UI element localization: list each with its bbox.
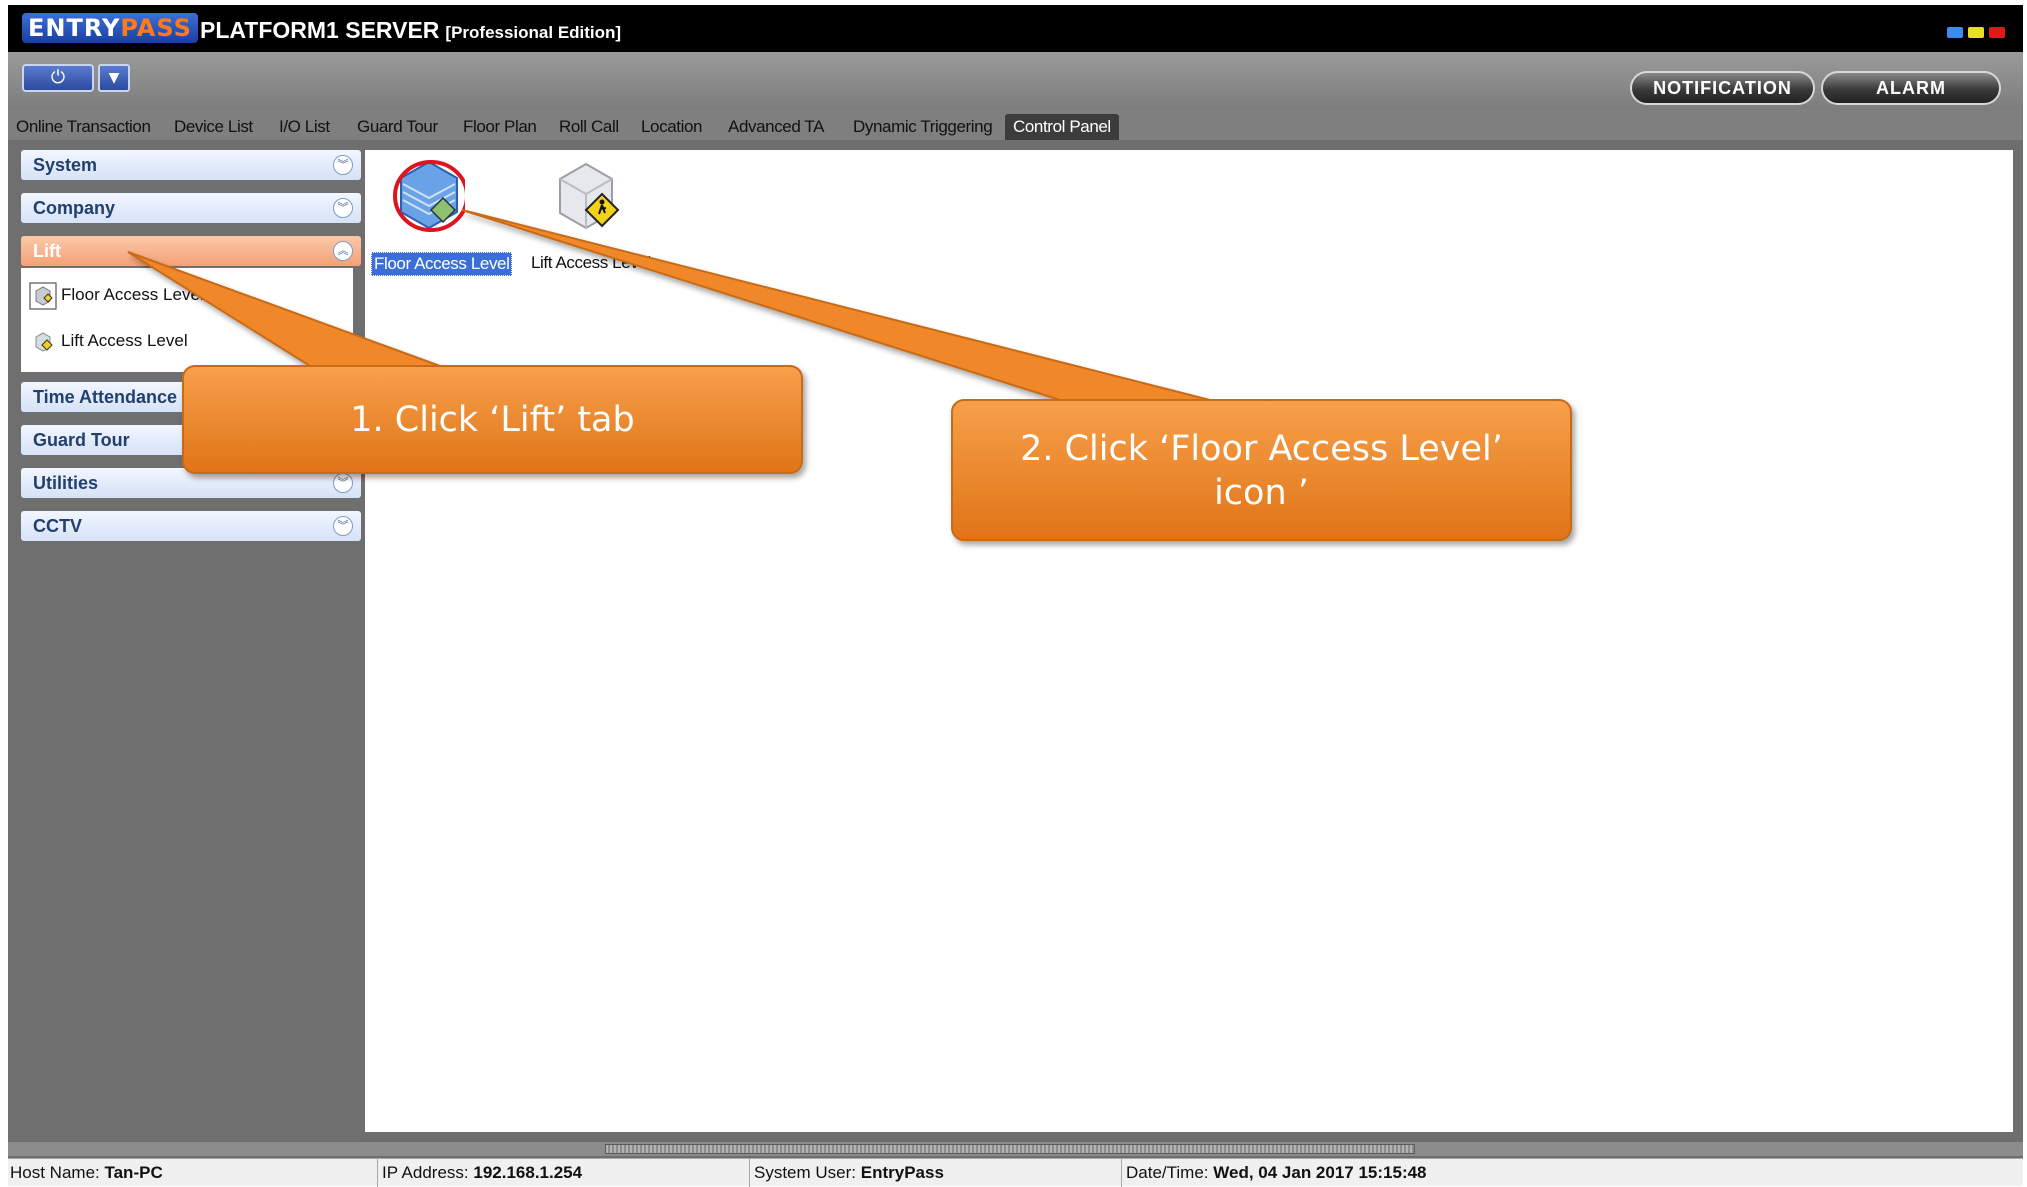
tab-roll-call[interactable]: Roll Call [559, 114, 619, 140]
app-title-text: PLATFORM1 SERVER [200, 17, 440, 43]
sidebar-group-company[interactable]: Company ︾ [21, 193, 361, 223]
notification-button[interactable]: NOTIFICATION [1630, 71, 1815, 105]
dropdown-button[interactable]: ▼ [98, 64, 130, 92]
status-user-value: EntryPass [860, 1163, 944, 1182]
status-ip: IP Address: 192.168.1.254 [380, 1159, 750, 1187]
status-ip-value: 192.168.1.254 [473, 1163, 583, 1182]
title-bar: ENTRYPASS PLATFORM1 SERVER [Professional … [8, 5, 2023, 52]
collapse-icon[interactable]: ︽ [333, 241, 353, 261]
sidebar-group-label: System [33, 155, 98, 175]
sidebar-item-label: Floor Access Level [61, 285, 204, 304]
sidebar-group-label: Time Attendance [33, 387, 178, 407]
sidebar-group-label: CCTV [33, 516, 82, 536]
close-icon[interactable] [1989, 27, 2005, 38]
status-datetime: Date/Time: Wed, 04 Jan 2017 15:15:48 [1124, 1159, 2023, 1187]
sidebar-item-lift-access-level[interactable]: Lift Access Level [29, 324, 188, 358]
minimize-icon[interactable] [1947, 27, 1963, 38]
power-icon: ⏻ [50, 67, 66, 88]
expand-icon[interactable]: ︾ [333, 473, 353, 493]
entrypass-logo: ENTRYPASS [22, 13, 198, 43]
status-user-label: System User: [754, 1163, 857, 1182]
tab-advanced-ta[interactable]: Advanced TA [728, 114, 824, 140]
lift-access-level-icon [29, 328, 57, 356]
power-button[interactable]: ⏻ [22, 64, 94, 92]
status-host-label: Host Name: [10, 1163, 100, 1182]
sidebar-group-cctv[interactable]: CCTV ︾ [21, 511, 361, 541]
edition-text: [Professional Edition] [445, 23, 622, 42]
tab-device-list[interactable]: Device List [174, 114, 253, 140]
status-user: System User: EntryPass [752, 1159, 1122, 1187]
logo-entry: ENTRY [28, 14, 121, 42]
sidebar-group-utilities[interactable]: Utilities ︾ [21, 468, 361, 498]
sidebar-item-floor-access-level[interactable]: Floor Access Level [29, 278, 204, 312]
expand-icon[interactable]: ︾ [333, 516, 353, 536]
lift-access-level-caption[interactable]: Lift Access Level [531, 252, 651, 274]
sidebar-item-label: Lift Access Level [61, 331, 188, 350]
expand-icon[interactable]: ︾ [333, 155, 353, 175]
sidebar-group-label: Guard Tour [33, 430, 130, 450]
tab-dynamic-triggering[interactable]: Dynamic Triggering [853, 114, 993, 140]
splitter-grip[interactable] [605, 1144, 1415, 1154]
chevron-down-icon: ▼ [108, 70, 120, 86]
floor-access-level-icon [29, 281, 57, 310]
callout-line: icon ’ [1214, 473, 1309, 513]
expand-icon[interactable]: ︾ [333, 198, 353, 218]
status-datetime-label: Date/Time: [1126, 1163, 1209, 1182]
floor-access-level-icon-button[interactable] [393, 156, 469, 236]
sidebar-group-lift[interactable]: Lift ︽ [21, 236, 361, 266]
floor-access-level-icon [393, 160, 469, 232]
lift-group-panel: Floor Access Level Lift Access Level [21, 268, 353, 372]
status-host-value: Tan-PC [104, 1163, 163, 1182]
toolbar: ⏻ ▼ NOTIFICATION ALARM [8, 52, 2023, 110]
sidebar-group-label: Lift [33, 241, 61, 261]
lift-access-level-icon-button[interactable] [550, 158, 622, 238]
status-bar: Host Name: Tan-PC IP Address: 192.168.1.… [8, 1158, 2023, 1187]
status-datetime-value: Wed, 04 Jan 2017 15:15:48 [1213, 1163, 1427, 1182]
status-host: Host Name: Tan-PC [8, 1159, 378, 1187]
sidebar-group-label: Utilities [33, 473, 99, 493]
tab-bar: Online Transaction Device List I/O List … [8, 110, 2023, 140]
alarm-button[interactable]: ALARM [1821, 71, 2001, 105]
app-window: ENTRYPASS PLATFORM1 SERVER [Professional … [0, 0, 2027, 1187]
tab-io-list[interactable]: I/O List [279, 114, 330, 140]
floor-access-level-caption[interactable]: Floor Access Level [371, 252, 513, 276]
lift-access-level-icon [559, 162, 620, 230]
tab-control-panel[interactable]: Control Panel [1005, 114, 1119, 140]
maximize-icon[interactable] [1968, 27, 1984, 38]
status-ip-label: IP Address: [382, 1163, 469, 1182]
tab-location[interactable]: Location [641, 114, 702, 140]
tab-guard-tour[interactable]: Guard Tour [357, 114, 438, 140]
control-panel-content: Floor Access Level Lift Access Level [365, 150, 2013, 1132]
sidebar-group-system[interactable]: System ︾ [21, 150, 361, 180]
sidebar-group-label: Company [33, 198, 116, 218]
callout-line: 2. Click ‘Floor Access Level’ [1020, 429, 1503, 469]
logo-pass: PASS [120, 14, 192, 42]
tab-floor-plan[interactable]: Floor Plan [463, 114, 537, 140]
callout-floor-access-level-text: 2. Click ‘Floor Access Level’ icon ’ [952, 427, 1571, 515]
tab-online-transaction[interactable]: Online Transaction [16, 114, 151, 140]
app-title: PLATFORM1 SERVER [Professional Edition] [200, 16, 621, 47]
callout-lift-text: 1. Click ‘Lift’ tab [350, 400, 635, 440]
